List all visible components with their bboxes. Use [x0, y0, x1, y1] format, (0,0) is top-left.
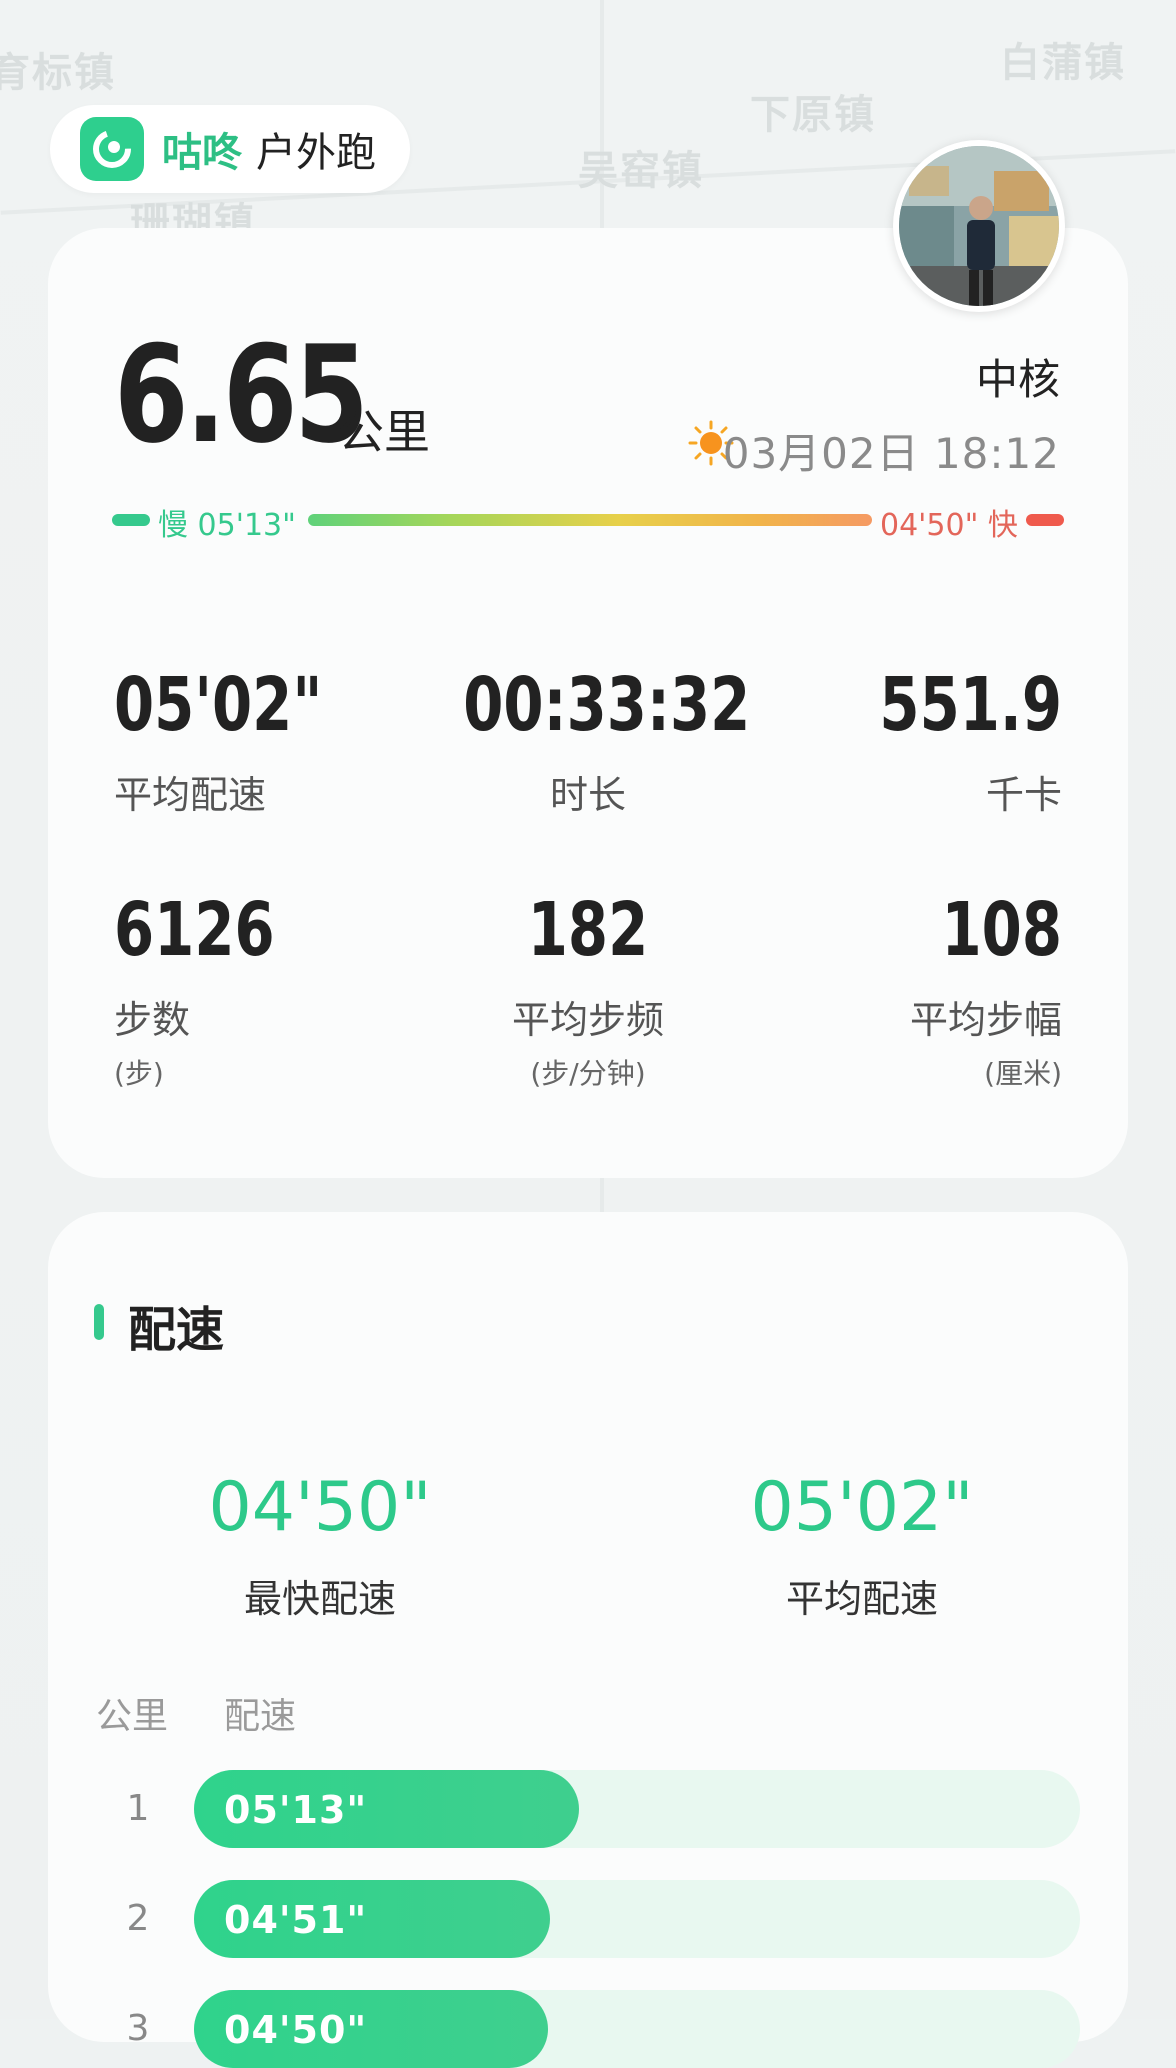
fastest-pace: 04'50" 最快配速 — [140, 1474, 500, 1623]
stat-duration: 00:33:32 时长 — [428, 662, 751, 819]
average-pace: 05'02" 平均配速 — [682, 1474, 1042, 1623]
app-name: 咕咚 — [162, 130, 242, 176]
map-label: 下原镇 — [750, 92, 876, 138]
calories-label: 千卡 — [985, 773, 1062, 817]
split-row: 3 04'50" — [48, 1990, 1128, 2068]
fast-pace-label: 04'50" 快 — [880, 508, 1018, 543]
activity-datetime: 03月02日 18:12 — [722, 429, 1060, 478]
map-label: 白蒲镇 — [1000, 40, 1126, 86]
app-logo-icon — [80, 117, 144, 181]
pace-legend-bar: 慢 05'13" 04'50" 快 — [112, 500, 1064, 543]
pace-section-title: 配速 — [128, 1302, 225, 1358]
avatar-photo — [899, 146, 1059, 306]
duration-value: 00:33:32 — [463, 662, 751, 748]
split-bar-track: 04'51" — [194, 1880, 1080, 1958]
split-km: 2 — [126, 1898, 150, 1939]
average-pace-value: 05'02" — [750, 1468, 974, 1547]
cadence-label: 平均步频 — [511, 998, 664, 1042]
stride-unit: (厘米) — [984, 1057, 1062, 1090]
slow-pace-marker — [112, 514, 150, 526]
split-pace-value: 04'51" — [224, 1898, 368, 1942]
duration-label: 时长 — [549, 773, 626, 817]
app-header-chip: 咕咚 户外跑 — [50, 105, 410, 193]
calories-value: 551.9 — [879, 662, 1062, 748]
stride-label: 平均步幅 — [909, 998, 1062, 1042]
column-header-pace: 配速 — [224, 1696, 297, 1737]
split-bar-track: 04'50" — [194, 1990, 1080, 2068]
steps-unit: (步) — [114, 1057, 164, 1090]
split-bar-track: 05'13" — [194, 1770, 1080, 1848]
split-pace-value: 04'50" — [224, 2008, 368, 2052]
column-header-km: 公里 — [96, 1696, 169, 1737]
stat-avg-pace: 05'02" 平均配速 — [114, 668, 434, 819]
avg-pace-value: 05'02" — [114, 662, 323, 748]
stat-calories: 551.9 千卡 — [742, 668, 1062, 819]
distance-value: 6.65 — [114, 317, 369, 473]
user-name: 中核 — [975, 355, 1060, 404]
distance-unit: 公里 — [338, 405, 430, 459]
slow-pace-label: 慢 05'13" — [158, 508, 296, 543]
fastest-pace-label: 最快配速 — [243, 1577, 396, 1621]
fastest-pace-value: 04'50" — [208, 1468, 432, 1547]
user-avatar[interactable] — [893, 140, 1065, 312]
split-km: 3 — [126, 2008, 150, 2049]
pace-gradient-bar — [308, 514, 872, 526]
split-pace-value: 05'13" — [224, 1788, 368, 1832]
cadence-value: 182 — [527, 887, 649, 973]
cadence-unit: (步/分钟) — [530, 1057, 646, 1090]
fast-pace-marker — [1026, 514, 1064, 526]
stat-steps: 6126 步数 (步) — [114, 893, 434, 1092]
section-accent-bar — [94, 1304, 104, 1340]
steps-value: 6126 — [114, 887, 275, 973]
split-row: 2 04'51" — [48, 1880, 1128, 1958]
stat-cadence: 182 平均步频 (步/分钟) — [428, 893, 748, 1092]
stat-stride: 108 平均步幅 (厘米) — [742, 893, 1062, 1092]
map-label: 吴窑镇 — [578, 148, 704, 194]
summary-card: 6.65 公里 中核 03月02日 18:12 慢 05'13" 04'50" … — [48, 228, 1128, 1178]
stride-value: 108 — [941, 887, 1062, 973]
avg-pace-label: 平均配速 — [114, 773, 267, 817]
map-label: 育标镇 — [0, 50, 116, 96]
pace-card: 配速 04'50" 最快配速 05'02" 平均配速 公里 配速 1 05'13"… — [48, 1212, 1128, 2068]
split-row: 1 05'13" — [48, 1770, 1128, 1848]
steps-label: 步数 — [114, 998, 191, 1042]
split-km: 1 — [126, 1788, 150, 1829]
activity-mode: 户外跑 — [256, 130, 376, 176]
average-pace-label: 平均配速 — [785, 1577, 938, 1621]
